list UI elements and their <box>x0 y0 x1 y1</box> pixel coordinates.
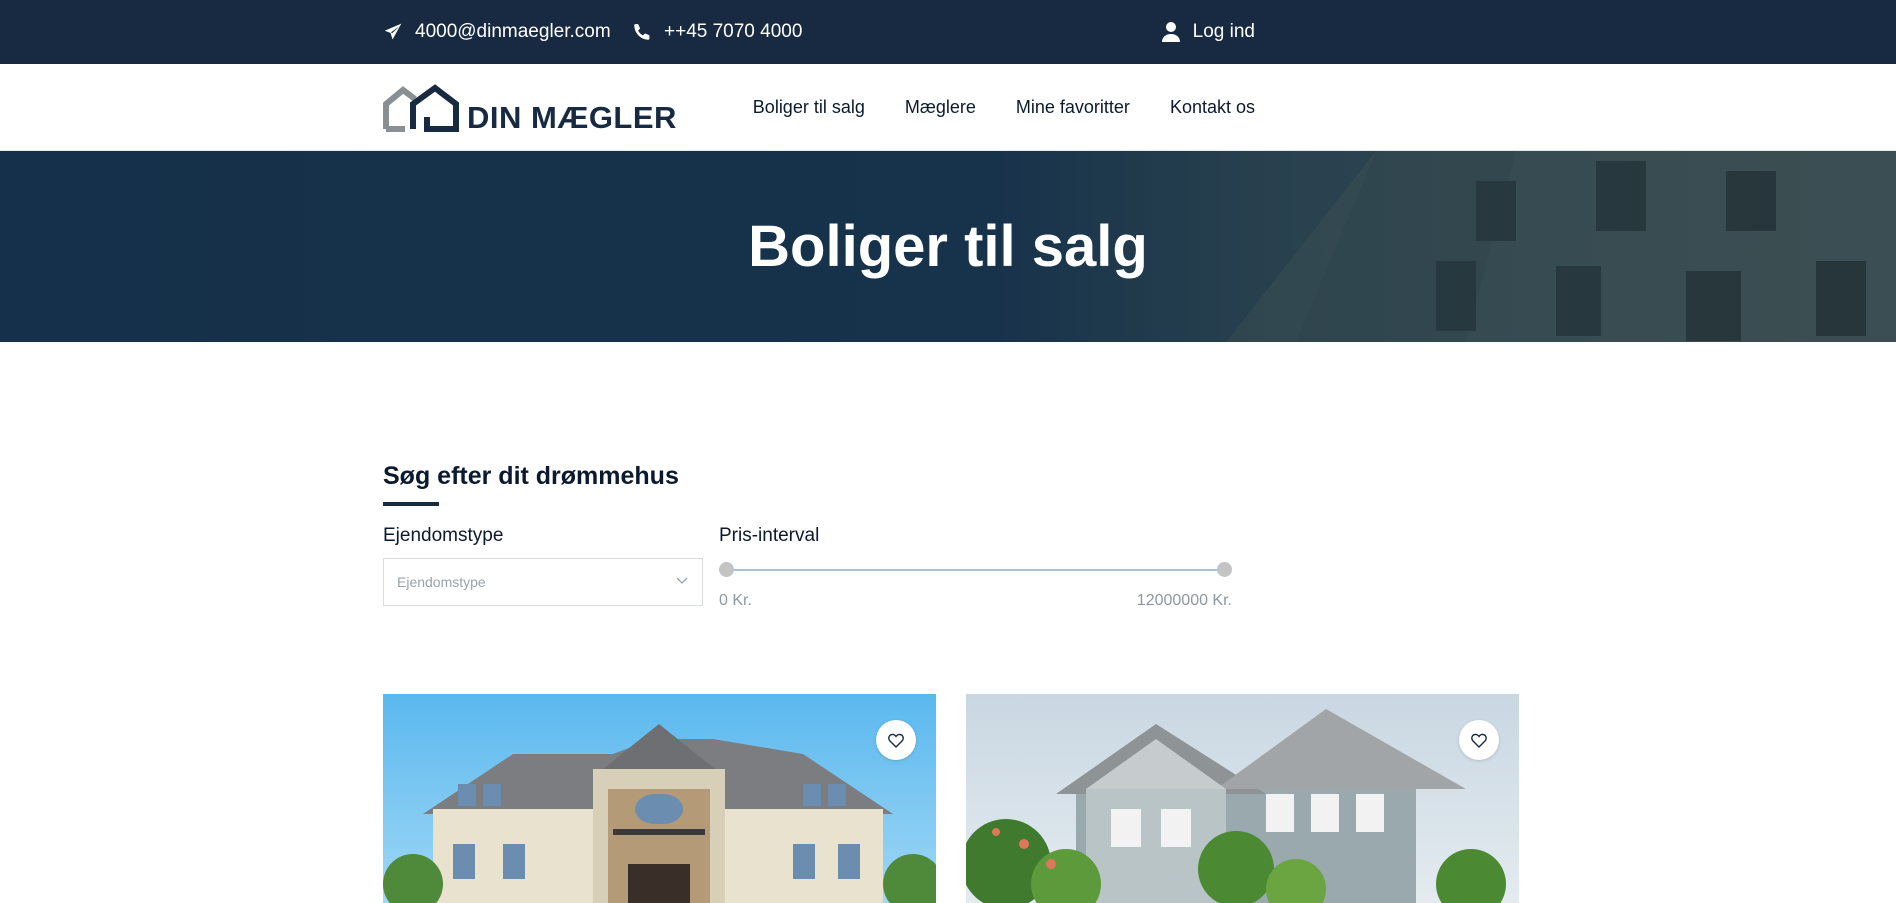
user-icon <box>1161 22 1180 42</box>
favorite-button[interactable] <box>876 720 916 760</box>
page-title: Boliger til salg <box>748 214 1148 279</box>
house-logo-icon <box>383 84 459 132</box>
contact-phone[interactable]: ++45 7070 4000 <box>632 0 802 64</box>
property-photo <box>966 694 1519 903</box>
main-nav: DIN MÆGLER Boliger til salg Mæglere Mine… <box>0 64 1896 151</box>
price-max-value: 12000000 Kr. <box>1136 592 1232 609</box>
heart-icon <box>1471 733 1487 748</box>
brand-logo[interactable]: DIN MÆGLER <box>383 84 677 135</box>
price-min-value: 0 Kr. <box>719 592 752 609</box>
nav-menu: Boliger til salg Mæglere Mine favoritter… <box>713 64 1255 151</box>
phone-icon <box>634 24 650 40</box>
paper-plane-icon <box>384 23 402 40</box>
top-bar: 4000@dinmaegler.com ++45 7070 4000 Log i… <box>0 0 1896 64</box>
login-link[interactable]: Log ind <box>1161 0 1255 64</box>
email-text: 4000@dinmaegler.com <box>415 21 611 42</box>
contact-email[interactable]: 4000@dinmaegler.com <box>383 0 611 64</box>
price-slider-max-handle[interactable] <box>1217 562 1232 577</box>
phone-text: ++45 7070 4000 <box>664 21 803 42</box>
nav-item-favoritter[interactable]: Mine favoritter <box>1016 97 1130 118</box>
heart-icon <box>888 733 904 748</box>
property-type-label: Ejendomstype <box>383 525 504 546</box>
price-slider-min-handle[interactable] <box>719 562 734 577</box>
hero-banner: Boliger til salg <box>0 151 1896 342</box>
property-type-select[interactable]: Ejendomstype <box>383 558 703 606</box>
price-slider-track[interactable] <box>726 569 1224 571</box>
price-range-label: Pris-interval <box>719 525 820 546</box>
brand-name: DIN MÆGLER <box>467 100 677 135</box>
property-card[interactable] <box>383 694 936 903</box>
nav-item-kontakt[interactable]: Kontakt os <box>1170 97 1255 118</box>
search-section-title: Søg efter dit drømmehus <box>383 462 679 490</box>
nav-item-boliger[interactable]: Boliger til salg <box>753 97 865 118</box>
favorite-button[interactable] <box>1459 720 1499 760</box>
nav-item-maeglere[interactable]: Mæglere <box>905 97 976 118</box>
property-type-placeholder: Ejendomstype <box>397 574 486 590</box>
chevron-down-icon <box>676 577 688 584</box>
property-photo <box>383 694 936 903</box>
login-label: Log ind <box>1192 21 1255 42</box>
property-card[interactable] <box>966 694 1519 903</box>
title-underline <box>383 502 439 506</box>
